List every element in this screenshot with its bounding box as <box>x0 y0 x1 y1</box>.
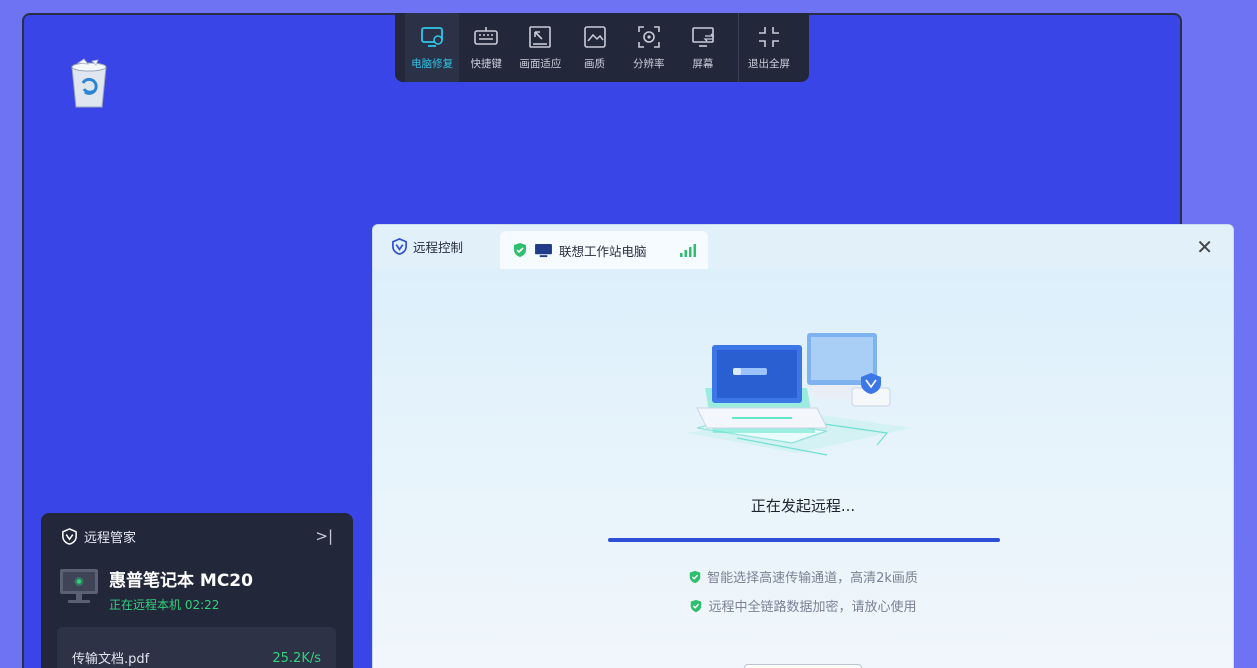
signal-strength-icon <box>680 244 696 257</box>
remote-status: 正在远程本机 02:22 <box>109 598 220 612</box>
connection-progress-bar <box>608 538 1000 542</box>
toolbar-fit-screen-button[interactable]: 画面适应 <box>513 13 567 82</box>
toolbar-label: 屏幕 <box>692 58 714 70</box>
toolbar-screen-button[interactable]: 屏幕 <box>676 13 730 82</box>
remote-toolbar: 电脑修复 快捷键 画面适应 画质 分辨率 屏幕 退出全屏 <box>395 13 809 82</box>
recycle-bin-icon[interactable] <box>66 57 112 109</box>
desktop-monitor-icon <box>535 243 552 257</box>
remote-manager-panel: 远程管家 >| 惠普笔记本 MC20 正在远程本机 02:22 传输文档.pdf… <box>41 513 353 668</box>
progress-fill <box>608 538 1000 542</box>
connection-illustration-icon <box>677 333 927 465</box>
fit-screen-icon <box>529 26 552 48</box>
shield-check-icon <box>691 599 702 612</box>
toolbar-resolution-button[interactable]: 分辨率 <box>622 13 676 82</box>
resolution-icon <box>637 26 660 48</box>
toolbar-label: 分辨率 <box>632 58 665 70</box>
screen-switch-icon <box>692 27 715 47</box>
feature-item: 远程中全链路数据加密，请放心使用 <box>373 596 1233 615</box>
dialog-brand-label: 远程控制 <box>413 240 464 255</box>
dialog-brand: 远程控制 <box>391 237 463 256</box>
monitor-repair-icon <box>421 27 443 47</box>
keyboard-icon <box>474 27 499 45</box>
monitor-icon <box>59 567 99 607</box>
file-name: 传输文档.pdf <box>72 652 150 667</box>
shield-check-icon <box>514 243 526 257</box>
exit-fullscreen-icon <box>758 27 779 47</box>
close-icon[interactable]: ✕ <box>1196 235 1213 259</box>
toolbar-label: 画质 <box>584 58 606 70</box>
feature-text: 智能选择高速传输通道，高清2k画质 <box>707 571 918 586</box>
toolbar-monitor-repair-button[interactable]: 电脑修复 <box>405 13 460 82</box>
tab-remote-device[interactable]: 联想工作站电脑 <box>500 231 708 269</box>
connection-status: 正在发起远程... <box>750 497 856 515</box>
shield-check-icon <box>689 570 701 583</box>
manager-title: 远程管家 <box>84 531 137 546</box>
toolbar-exit-fullscreen-button[interactable]: 退出全屏 <box>737 13 799 82</box>
toolbar-quality-button[interactable]: 画质 <box>567 13 621 82</box>
shield-logo-icon <box>392 238 407 255</box>
manager-header: 远程管家 <box>61 527 136 546</box>
cancel-button[interactable] <box>744 664 862 668</box>
transfer-speed: 25.2K/s <box>272 651 321 666</box>
shield-logo-icon <box>62 528 77 545</box>
toolbar-label: 退出全屏 <box>747 58 790 70</box>
toolbar-shortcut-button[interactable]: 快捷键 <box>459 13 513 82</box>
device-name: 惠普笔记本 MC20 <box>109 571 253 591</box>
collapse-panel-icon[interactable]: >| <box>315 527 333 545</box>
feature-text: 远程中全链路数据加密，请放心使用 <box>708 600 917 615</box>
file-transfer-item[interactable]: 传输文档.pdf 25.2K/s <box>57 627 336 668</box>
toolbar-label: 画面适应 <box>519 58 562 70</box>
remote-control-dialog: 远程控制 联想工作站电脑 ✕ 正在发起远程... 智能选择高速传输通道，高清2k… <box>372 224 1234 668</box>
tab-label: 联想工作站电脑 <box>559 243 647 259</box>
feature-item: 智能选择高速传输通道，高清2k画质 <box>373 567 1233 586</box>
toolbar-label: 电脑修复 <box>411 58 454 70</box>
image-quality-icon <box>583 26 606 48</box>
toolbar-label: 快捷键 <box>470 58 502 70</box>
